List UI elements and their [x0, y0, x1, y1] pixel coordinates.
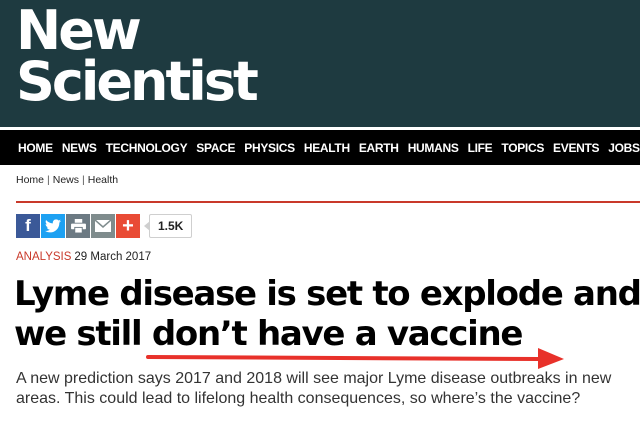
facebook-share-button[interactable]: f — [16, 214, 40, 238]
breadcrumb-separator: | — [82, 174, 85, 186]
facebook-icon: f — [25, 216, 31, 235]
new-scientist-logo[interactable]: New Scientist — [16, 0, 259, 113]
breadcrumb: Home | News | Health — [16, 174, 118, 186]
more-share-button[interactable]: + — [116, 214, 140, 238]
print-button[interactable] — [66, 214, 90, 238]
article-standfirst: A new prediction says 2017 and 2018 will… — [16, 370, 612, 407]
email-icon — [95, 220, 111, 232]
logo-line-2: Scientist — [16, 50, 259, 113]
nav-item-earth[interactable]: EARTH — [359, 141, 399, 155]
breadcrumb-health[interactable]: Health — [88, 174, 118, 186]
article-meta: ANALYSIS 29 March 2017 — [16, 251, 151, 263]
nav-item-life[interactable]: LIFE — [468, 141, 493, 155]
breadcrumb-news[interactable]: News — [53, 174, 79, 186]
share-count: 1.5K — [143, 214, 193, 238]
nav-item-topics[interactable]: TOPICS — [501, 141, 544, 155]
nav-item-news[interactable]: NEWS — [62, 141, 97, 155]
breadcrumb-separator: | — [47, 174, 50, 186]
nav-item-health[interactable]: HEALTH — [304, 141, 350, 155]
breadcrumb-home[interactable]: Home — [16, 174, 44, 186]
nav-item-physics[interactable]: PHYSICS — [244, 141, 295, 155]
article-date: 29 March 2017 — [74, 251, 152, 263]
twitter-share-button[interactable] — [41, 214, 65, 238]
article-kicker[interactable]: ANALYSIS — [16, 251, 71, 263]
masthead: New Scientist — [0, 0, 640, 127]
logo-line-1: New — [16, 0, 142, 62]
twitter-icon — [45, 219, 61, 233]
nav-item-home[interactable]: HOME — [18, 141, 53, 155]
nav-item-events[interactable]: EVENTS — [553, 141, 600, 155]
plus-icon: + — [122, 214, 134, 237]
annotation-arrow — [146, 348, 564, 369]
nav-item-humans[interactable]: HUMANS — [408, 141, 459, 155]
main-nav: HOME NEWS TECHNOLOGY SPACE PHYSICS HEALT… — [0, 127, 640, 165]
nav-item-technology[interactable]: TECHNOLOGY — [106, 141, 188, 155]
nav-item-space[interactable]: SPACE — [196, 141, 235, 155]
article-headline: Lyme disease is set to explode and we st… — [14, 274, 640, 354]
share-bar: f + 1.5K — [16, 214, 193, 238]
headline-line-1: Lyme disease is set to explode and — [14, 274, 640, 314]
section-divider — [16, 201, 640, 203]
email-share-button[interactable] — [91, 214, 115, 238]
print-icon — [70, 219, 86, 233]
nav-item-jobs[interactable]: JOBS — [608, 141, 640, 155]
